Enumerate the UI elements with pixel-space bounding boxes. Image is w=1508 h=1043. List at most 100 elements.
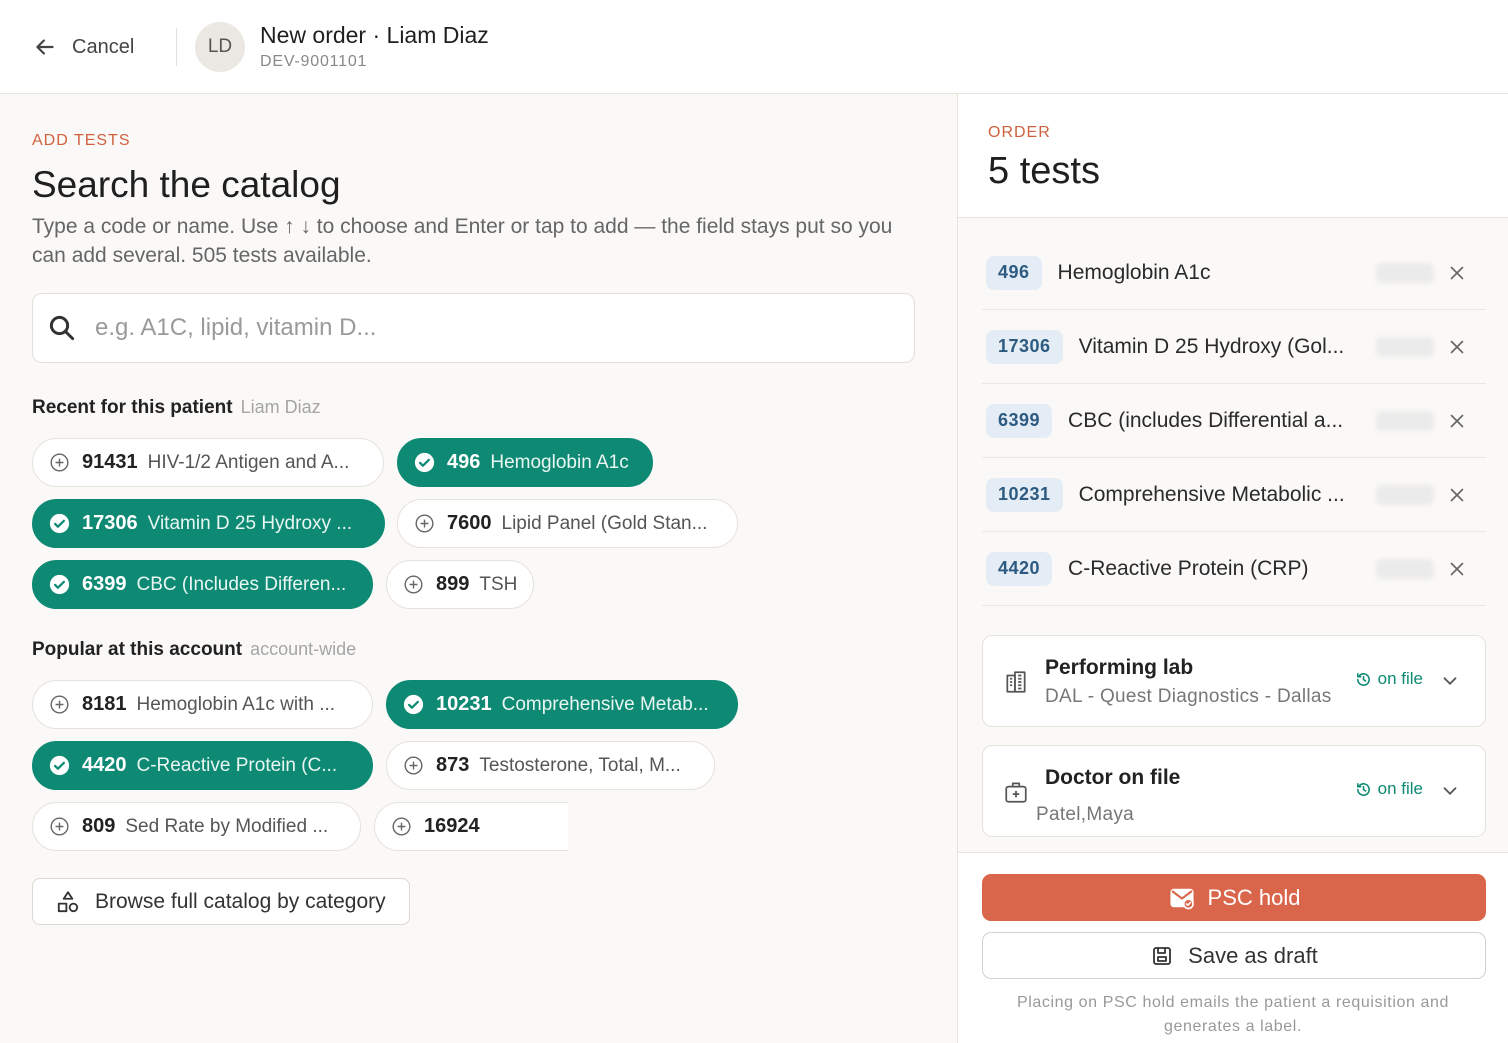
chip-code: 8181 [82,693,127,715]
doctor-status-text: on file [1377,779,1423,798]
test-code-badge: 17306 [986,329,1063,364]
chip-name: TSH [479,573,518,595]
popular-chip-16924[interactable]: 16924 [374,802,568,851]
blurred-price [1376,336,1434,357]
order-eyebrow: ORDER [988,124,1051,141]
recent-chip-496[interactable]: 496 Hemoglobin A1c [397,438,653,487]
history-icon [1356,672,1370,686]
section-eyebrow: ADD TESTS [32,132,131,149]
close-icon[interactable] [1446,558,1468,580]
order-list: 496 Hemoglobin A1c 17306 Vitamin D 25 Hy… [958,218,1508,852]
order-panel: ORDER 5 tests 496 Hemoglobin A1c 17306 V… [957,94,1508,1043]
blurred-price [1376,410,1434,431]
chip-name: Vitamin D 25 Hydroxy ... [147,512,353,534]
search-input[interactable] [95,308,895,348]
test-name: CBC (includes Differential a... [1068,408,1344,432]
chip-code: 873 [436,754,470,776]
chip-code: 16924 [424,815,480,837]
search-box [32,293,915,363]
recent-chip-7600[interactable]: 7600 Lipid Panel (Gold Stan... [397,499,738,548]
recent-chip-91431[interactable]: 91431 HIV-1/2 Antigen and A... [32,438,384,487]
psc-hold-button[interactable]: PSC hold [982,874,1486,921]
close-icon[interactable] [1446,336,1468,358]
recent-sublabel: Liam Diaz [240,397,321,417]
doctor-card[interactable]: Doctor on file Patel,Maya on file [982,745,1486,837]
chip-code: 809 [82,815,116,837]
test-code-badge: 496 [986,255,1042,290]
chip-name: CBC (Includes Differen... [136,573,347,595]
lab-value: DAL - Quest Diagnostics - Dallas [1045,686,1332,707]
test-name: Hemoglobin A1c [1057,260,1211,284]
mail-check-icon [1169,888,1194,909]
plus-circle-icon [50,695,69,714]
test-code-badge: 10231 [986,477,1063,512]
order-footer: PSC hold Save as draft Placing on PSC ho… [958,852,1508,1043]
plus-circle-icon [50,817,69,836]
check-circle-icon [49,755,70,776]
popular-heading: Popular at this account account-wide [32,639,356,661]
recent-chip-6399[interactable]: 6399 CBC (Includes Differen... [32,560,373,609]
cancel-button[interactable]: Cancel [32,30,134,64]
chip-code: 7600 [447,512,492,534]
avatar: LD [195,22,245,72]
save-icon [1153,946,1172,965]
top-bar: Cancel LD New order · Liam Diaz DEV-9001… [0,0,1508,94]
popular-chip-10231[interactable]: 10231 Comprehensive Metab... [386,680,738,729]
chip-name: C-Reactive Protein (C... [136,754,338,776]
popular-sublabel: account-wide [250,639,357,659]
test-name: Comprehensive Metabolic ... [1078,482,1345,506]
order-count: 5 tests [988,150,1100,192]
search-icon [49,315,75,341]
blurred-price [1376,262,1434,283]
order-item: 496 Hemoglobin A1c [982,236,1486,310]
performing-lab-card[interactable]: Performing lab DAL - Quest Diagnostics -… [982,635,1486,727]
recent-heading: Recent for this patient Liam Diaz [32,397,321,419]
chevron-down-icon[interactable] [1439,780,1461,802]
save-draft-button[interactable]: Save as draft [982,932,1486,979]
panel-title: Search the catalog [32,164,341,205]
close-icon[interactable] [1446,484,1468,506]
lab-status: on file [1355,669,1423,689]
popular-label: Popular at this account [32,639,243,660]
test-code-badge: 6399 [986,403,1053,438]
doctor-title: Doctor on file [1045,766,1181,789]
plus-circle-icon [404,756,423,775]
order-item: 6399 CBC (includes Differential a... [982,384,1486,458]
test-name: C-Reactive Protein (CRP) [1068,556,1309,580]
close-icon[interactable] [1446,410,1468,432]
lab-title: Performing lab [1045,656,1194,679]
popular-chip-8181[interactable]: 8181 Hemoglobin A1c with ... [32,680,373,729]
blurred-price [1376,558,1434,579]
chip-name: Testosterone, Total, M... [479,754,681,776]
doctor-status: on file [1355,779,1423,799]
shapes-icon [57,890,79,912]
order-item: 10231 Comprehensive Metabolic ... [982,458,1486,532]
popular-chip-873[interactable]: 873 Testosterone, Total, M... [386,741,715,790]
close-icon[interactable] [1446,262,1468,284]
popular-chip-4420[interactable]: 4420 C-Reactive Protein (C... [32,741,373,790]
check-circle-icon [49,513,70,534]
chip-name: HIV-1/2 Antigen and A... [147,451,350,473]
plus-circle-icon [415,514,434,533]
browse-catalog-button[interactable]: Browse full catalog by category [32,878,410,925]
recent-chip-17306[interactable]: 17306 Vitamin D 25 Hydroxy ... [32,499,385,548]
blurred-price [1376,484,1434,505]
plus-circle-icon [392,817,411,836]
chip-code: 6399 [82,573,127,595]
chip-name: Hemoglobin A1c [490,451,629,473]
chip-code: 496 [447,451,481,473]
recent-label: Recent for this patient [32,397,233,418]
doctor-value: Patel,Maya [1036,804,1135,825]
chevron-down-icon[interactable] [1439,670,1461,692]
building-icon [1006,671,1026,693]
panel-description: Type a code or name. Use ↑ ↓ to choose a… [32,215,893,267]
patient-id: DEV-9001101 [260,53,368,70]
order-header: ORDER 5 tests [958,94,1508,218]
check-circle-icon [414,452,435,473]
chip-name: Hemoglobin A1c with ... [136,693,336,715]
check-circle-icon [49,574,70,595]
medical-bag-icon [1005,782,1027,803]
lab-status-text: on file [1377,669,1423,688]
recent-chip-899[interactable]: 899 TSH [386,560,534,609]
popular-chip-809[interactable]: 809 Sed Rate by Modified ... [32,802,361,851]
